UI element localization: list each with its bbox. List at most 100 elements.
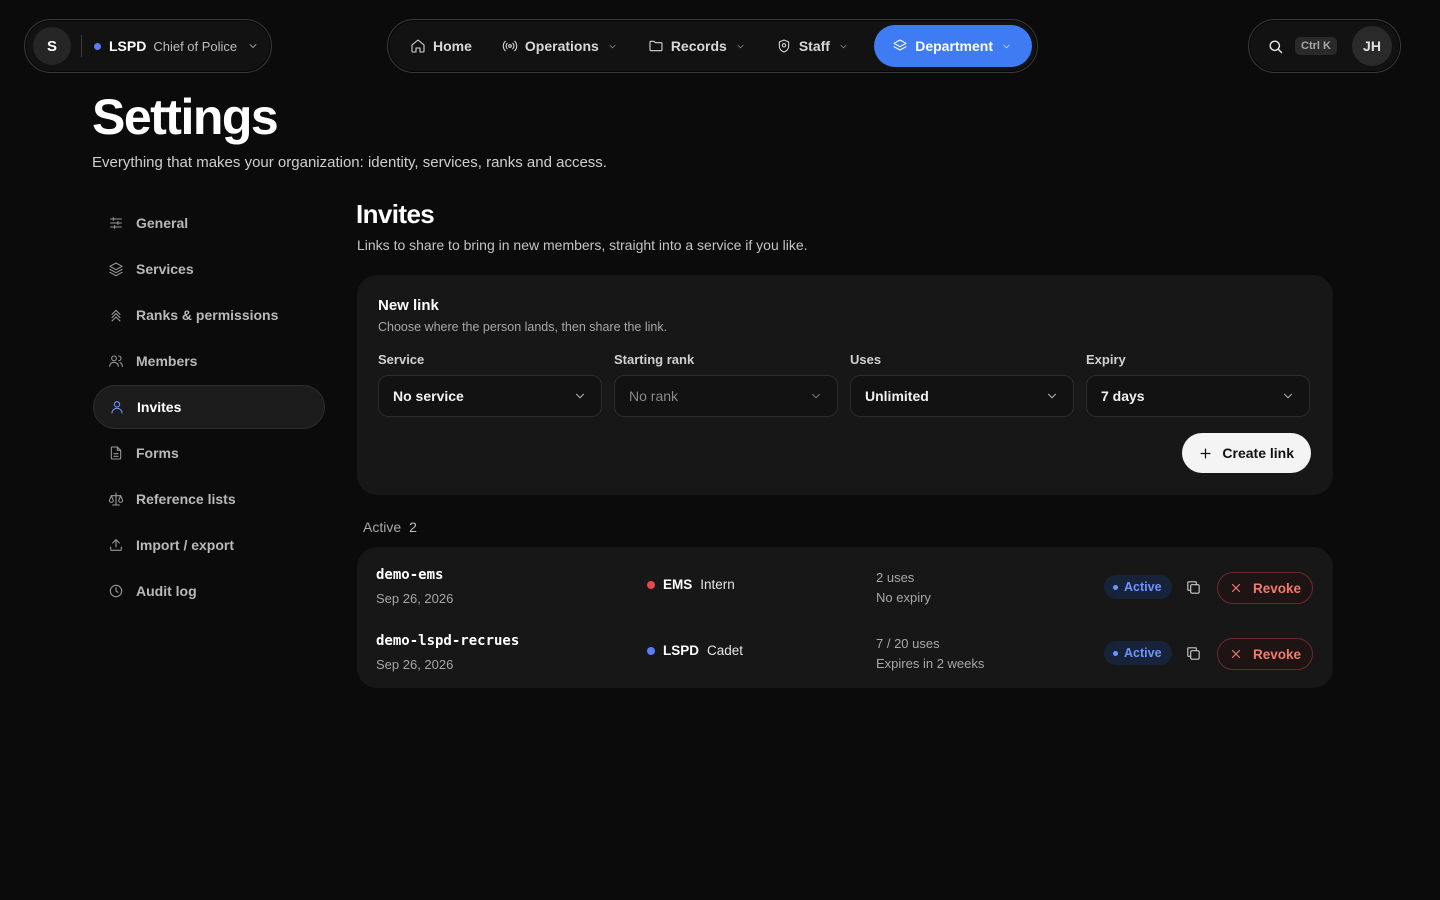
org-name: LSPD xyxy=(109,38,147,54)
sidebar-item-import-export[interactable]: Import / export xyxy=(93,523,325,567)
nav-label: Records xyxy=(670,38,727,54)
service-rank: Intern xyxy=(700,577,735,592)
field-label: Expiry xyxy=(1086,352,1126,367)
sidebar-item-reference-lists[interactable]: Reference lists xyxy=(93,477,325,521)
chevron-down-icon xyxy=(809,389,823,403)
uses-field: Uses Unlimited xyxy=(850,352,1074,417)
sliders-icon xyxy=(108,215,124,231)
org-role: Chief of Police xyxy=(153,38,238,54)
layers-icon xyxy=(892,38,908,54)
sidebar-item-label: Import / export xyxy=(136,537,235,553)
starting-rank-field: Starting rank No rank xyxy=(614,352,838,417)
create-link-button[interactable]: Create link xyxy=(1182,433,1311,473)
scale-icon xyxy=(108,491,124,507)
org-color-dot xyxy=(94,42,101,50)
sidebar-item-general[interactable]: General xyxy=(93,201,325,245)
nav-department[interactable]: Department xyxy=(874,25,1032,67)
starting-rank-select[interactable]: No rank xyxy=(614,375,838,417)
status-badge: Active xyxy=(1104,575,1172,599)
invite-expiry: Expires in 2 weeks xyxy=(876,656,985,671)
revoke-button[interactable]: Revoke xyxy=(1217,638,1313,670)
revoke-button[interactable]: Revoke xyxy=(1217,572,1313,604)
service-name: LSPD xyxy=(663,643,700,658)
new-link-card: New link Choose where the person lands, … xyxy=(357,275,1333,495)
sidebar-item-label: Services xyxy=(136,261,194,277)
chevron-down-icon xyxy=(1001,41,1012,52)
folder-icon xyxy=(648,38,664,54)
uses-select[interactable]: Unlimited xyxy=(850,375,1074,417)
page-subtitle: Everything that makes your organization:… xyxy=(92,154,607,171)
nav-records[interactable]: Records xyxy=(634,25,760,67)
upload-icon xyxy=(108,537,124,553)
main-nav: Home Operations Records Staff Department xyxy=(387,19,1038,73)
status-dot xyxy=(1113,584,1118,590)
sidebar-item-forms[interactable]: Forms xyxy=(93,431,325,475)
chevron-down-icon xyxy=(573,389,587,403)
status-label: Active xyxy=(1124,646,1162,660)
select-value: 7 days xyxy=(1101,388,1145,404)
sidebar-item-label: Invites xyxy=(137,399,182,415)
users-icon xyxy=(108,353,124,369)
nav-staff[interactable]: Staff xyxy=(762,25,863,67)
search-shortcut: Ctrl K xyxy=(1295,37,1337,55)
button-label: Revoke xyxy=(1252,646,1302,662)
org-switcher[interactable]: S LSPD Chief of Police xyxy=(24,19,272,73)
field-label: Starting rank xyxy=(614,352,695,367)
section-title: Invites xyxy=(356,199,435,229)
sidebar-item-label: Reference lists xyxy=(136,491,236,507)
select-value: No service xyxy=(393,388,464,404)
nav-label: Staff xyxy=(798,38,830,54)
nav-home[interactable]: Home xyxy=(396,25,486,67)
chevron-down-icon xyxy=(247,40,259,52)
button-label: Create link xyxy=(1222,445,1294,461)
status-badge: Active xyxy=(1104,641,1172,665)
chevron-down-icon xyxy=(735,41,746,52)
chevron-down-icon xyxy=(1045,389,1059,403)
invite-code: demo-lspd-recrues xyxy=(376,633,520,649)
invite-date: Sep 26, 2026 xyxy=(376,591,454,606)
copy-icon[interactable] xyxy=(1185,645,1202,662)
chevron-down-icon xyxy=(838,41,849,52)
sidebar-item-services[interactable]: Services xyxy=(93,247,325,291)
service-rank: Cadet xyxy=(707,643,744,658)
user-icon xyxy=(109,399,125,415)
service-name: EMS xyxy=(663,577,693,592)
sidebar-item-ranks[interactable]: Ranks & permissions xyxy=(93,293,325,337)
sidebar-item-audit-log[interactable]: Audit log xyxy=(93,569,325,613)
button-label: Revoke xyxy=(1252,580,1302,596)
sidebar-item-members[interactable]: Members xyxy=(93,339,325,383)
sidebar-item-label: Forms xyxy=(136,445,179,461)
field-label: Uses xyxy=(850,352,882,367)
status-dot xyxy=(1113,650,1118,656)
service-select[interactable]: No service xyxy=(378,375,602,417)
sidebar-item-invites[interactable]: Invites xyxy=(93,385,325,429)
expiry-field: Expiry 7 days xyxy=(1086,352,1310,417)
sidebar-item-label: Members xyxy=(136,353,198,369)
search-icon[interactable] xyxy=(1267,38,1284,55)
invite-date: Sep 26, 2026 xyxy=(376,657,454,672)
invite-expiry: No expiry xyxy=(876,590,931,605)
invite-code: demo-ems xyxy=(376,567,444,583)
nav-operations[interactable]: Operations xyxy=(488,25,632,67)
user-avatar[interactable]: JH xyxy=(1352,26,1392,66)
settings-sidebar: General Services Ranks & permissions Mem… xyxy=(93,201,325,615)
sidebar-item-label: Audit log xyxy=(136,583,197,599)
expiry-select[interactable]: 7 days xyxy=(1086,375,1310,417)
divider xyxy=(81,35,82,57)
sidebar-item-label: Ranks & permissions xyxy=(136,307,279,323)
shield-icon xyxy=(776,38,792,54)
new-link-fields: Service No service Starting rank No rank… xyxy=(378,352,1312,417)
status-label: Active xyxy=(1124,580,1162,594)
nav-label: Operations xyxy=(524,38,599,54)
card-subtitle: Choose where the person lands, then shar… xyxy=(378,320,668,334)
invite-list: demo-ems Sep 26, 2026 EMS Intern 2 uses … xyxy=(357,547,1333,688)
clock-icon xyxy=(108,583,124,599)
copy-icon[interactable] xyxy=(1185,579,1202,596)
close-icon xyxy=(1229,581,1243,595)
invite-service: LSPD Cadet xyxy=(647,643,743,658)
select-value: No rank xyxy=(629,388,679,404)
utility-bar: Ctrl K JH xyxy=(1248,19,1401,73)
select-value: Unlimited xyxy=(865,388,929,404)
sidebar-item-label: General xyxy=(136,215,189,231)
chevron-down-icon xyxy=(1281,389,1295,403)
